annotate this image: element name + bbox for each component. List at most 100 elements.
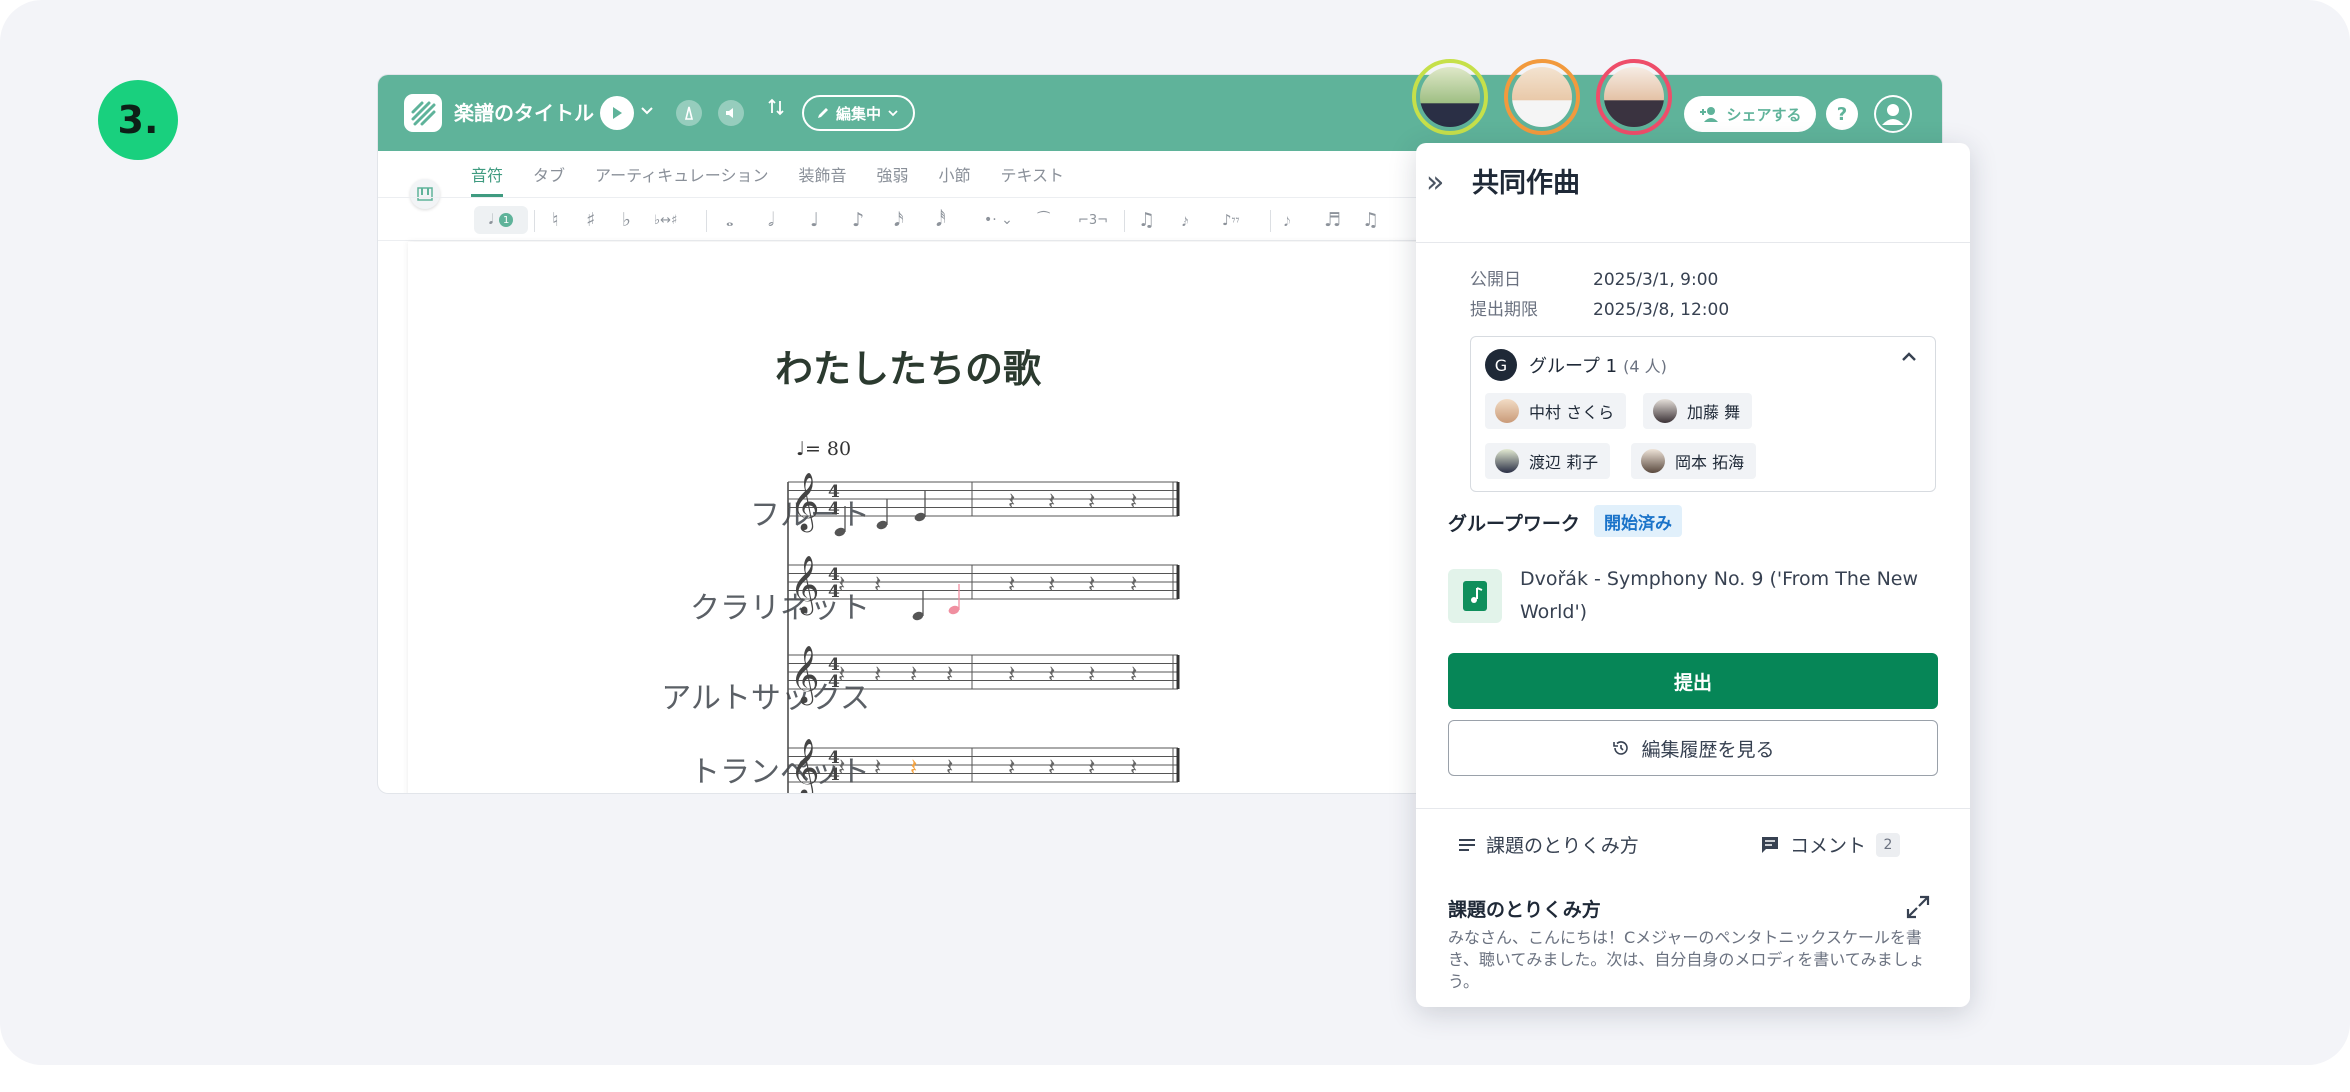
step-number: 3.	[98, 80, 178, 160]
deadline-value: 2025/3/8, 12:00	[1593, 300, 1730, 320]
quarter-rest: 𝄽	[838, 753, 845, 781]
quarter-rest: 𝄽	[910, 660, 917, 688]
history-icon	[1613, 741, 1629, 755]
collapse-panel-icon[interactable]: »	[1426, 165, 1444, 200]
submit-button[interactable]: 提出	[1448, 653, 1938, 709]
quarter-rest-highlighted: 𝄽	[910, 753, 917, 781]
chevron-down-icon	[888, 110, 898, 117]
assignment-file-name[interactable]: Dvořák - Symphony No. 9 ('From The New W…	[1520, 563, 1940, 629]
app-logo-icon[interactable]	[404, 94, 442, 132]
edit-history-button[interactable]: 編集履歴を見る	[1448, 720, 1938, 776]
beamed-eighths-icon[interactable]: ♫	[1362, 206, 1379, 234]
beam-icon[interactable]: ♫	[1138, 206, 1155, 234]
tab-ornaments[interactable]: 装飾音	[783, 151, 861, 197]
quarter-rest: 𝄽	[874, 570, 881, 598]
group-card: G グループ 1 (4 人) 中村 さくら 加藤 舞 渡辺 莉子 岡本 拓海	[1470, 336, 1936, 492]
chevron-up-icon[interactable]	[1899, 347, 1919, 373]
tab-articulation[interactable]: アーティキュレーション	[580, 151, 783, 197]
add-person-icon	[1700, 107, 1719, 122]
beamed-notes-icon[interactable]: ♬	[1324, 206, 1341, 234]
natural-icon[interactable]: ♮	[552, 206, 559, 234]
enharmonic-icon[interactable]: ♭↔♯	[654, 206, 677, 234]
quarter-rest: 𝄽	[1048, 487, 1055, 515]
collaborator-avatar[interactable]	[1596, 59, 1672, 135]
play-button[interactable]	[600, 96, 634, 130]
flat-icon[interactable]: ♭	[622, 206, 631, 234]
account-avatar[interactable]	[1874, 95, 1912, 133]
comment-icon	[1762, 836, 1778, 853]
quarter-rest: 𝄽	[1008, 570, 1015, 598]
quarter-rest: 𝄽	[1008, 660, 1015, 688]
whole-note-icon[interactable]: 𝅝	[726, 206, 734, 234]
quarter-rest: 𝄽	[1048, 753, 1055, 781]
panel-header: » 共同作曲	[1416, 143, 1970, 243]
quarter-note-tool-icon[interactable]: ♩	[810, 206, 819, 234]
tab-text[interactable]: テキスト	[986, 151, 1080, 197]
panel-title: 共同作曲	[1472, 168, 1580, 199]
quarter-rest: 𝄽	[1130, 570, 1137, 598]
treble-clef-icon: 𝄞	[790, 555, 820, 616]
howto-description: みなさん、こんにちは！Cメジャーのペンタトニックスケールを書き、聴いてみました。…	[1448, 928, 1925, 991]
quarter-rest: 𝄽	[838, 570, 845, 598]
note-value-badge: 1	[499, 213, 514, 227]
treble-clef-icon: 𝄞	[790, 645, 820, 706]
eighth-note-icon[interactable]: ♪	[852, 206, 864, 234]
volume-button[interactable]	[718, 100, 744, 126]
quarter-rest: 𝄽	[1130, 487, 1137, 515]
member-avatar	[1495, 399, 1519, 423]
quarter-rest: 𝄽	[874, 753, 881, 781]
help-button[interactable]: ?	[1826, 98, 1858, 130]
quarter-rest: 𝄽	[1048, 660, 1055, 688]
metronome-button[interactable]	[676, 100, 702, 126]
tab-howto[interactable]: 課題のとりくみ方	[1458, 831, 1639, 858]
quarter-rest: 𝄽	[1088, 487, 1095, 515]
edit-history-label: 編集履歴を見る	[1641, 738, 1775, 761]
member-name: 渡辺 莉子	[1529, 453, 1599, 472]
tie-icon[interactable]: ⁀	[1038, 206, 1049, 234]
published-row: 公開日 2025/3/1, 9:00	[1470, 265, 1718, 290]
swap-icon[interactable]	[766, 97, 786, 122]
member-avatar	[1495, 449, 1519, 473]
toolbar-divider	[1124, 210, 1125, 232]
user-icon	[1876, 97, 1910, 131]
collaborator-avatar[interactable]	[1504, 59, 1580, 135]
half-note-icon[interactable]: 𝅗𝅥	[768, 206, 774, 234]
treble-clef-icon: 𝄞	[790, 472, 820, 533]
member-chip: 岡本 拓海	[1631, 443, 1757, 479]
quarter-rest: 𝄽	[838, 660, 845, 688]
pencil-icon	[818, 108, 828, 118]
tab-measures[interactable]: 小節	[924, 151, 986, 197]
playback-options-chevron-icon[interactable]	[640, 103, 654, 121]
quarter-rest: 𝄽	[1008, 753, 1015, 781]
comment-count-badge: 2	[1876, 832, 1901, 857]
sharp-icon[interactable]: ♯	[586, 206, 595, 234]
acciaccatura-icon[interactable]: 𝆕	[1284, 206, 1290, 234]
tab-dynamics[interactable]: 強弱	[862, 151, 924, 197]
toolbar-divider	[1270, 210, 1271, 232]
edit-mode-dropdown[interactable]: 編集中	[802, 95, 916, 131]
member-name: 中村 さくら	[1529, 403, 1615, 422]
expand-icon[interactable]	[1905, 894, 1931, 926]
group-name: グループ 1 (4 人)	[1529, 352, 1667, 378]
quarter-rest: 𝄽	[1088, 753, 1095, 781]
list-icon	[1459, 838, 1475, 851]
tab-comments[interactable]: コメント 2	[1760, 831, 1901, 858]
quarter-rest: 𝄽	[946, 753, 953, 781]
member-chip: 中村 さくら	[1485, 393, 1627, 429]
share-button[interactable]: シェアする	[1684, 96, 1816, 132]
quarter-rest: 𝄽	[1130, 660, 1137, 688]
score-title[interactable]: 楽譜のタイトル	[454, 75, 594, 151]
grace-note-icon[interactable]: 𝆔	[1182, 206, 1188, 234]
tab-notes[interactable]: 音符	[456, 151, 518, 197]
sixteenth-note-icon[interactable]: 𝅘𝅥𝅯	[894, 206, 904, 234]
rest-group-icon[interactable]: ♪𝄾𝄾	[1222, 206, 1240, 234]
note-value-selector[interactable]: 𝅘𝅥 1	[474, 206, 528, 234]
tuplet-icon[interactable]: ⌐3¬	[1078, 206, 1108, 234]
panel-divider	[1416, 808, 1970, 809]
quarter-rest: 𝄽	[1088, 570, 1095, 598]
dotted-note-dropdown-icon[interactable]: •· ⌄	[984, 206, 1013, 234]
tab-tab[interactable]: タブ	[518, 151, 580, 197]
group-name-text: グループ 1	[1529, 356, 1618, 377]
thirty-second-note-icon[interactable]: 𝅘𝅥𝅰	[936, 206, 946, 234]
collaborator-avatar[interactable]	[1412, 59, 1488, 135]
